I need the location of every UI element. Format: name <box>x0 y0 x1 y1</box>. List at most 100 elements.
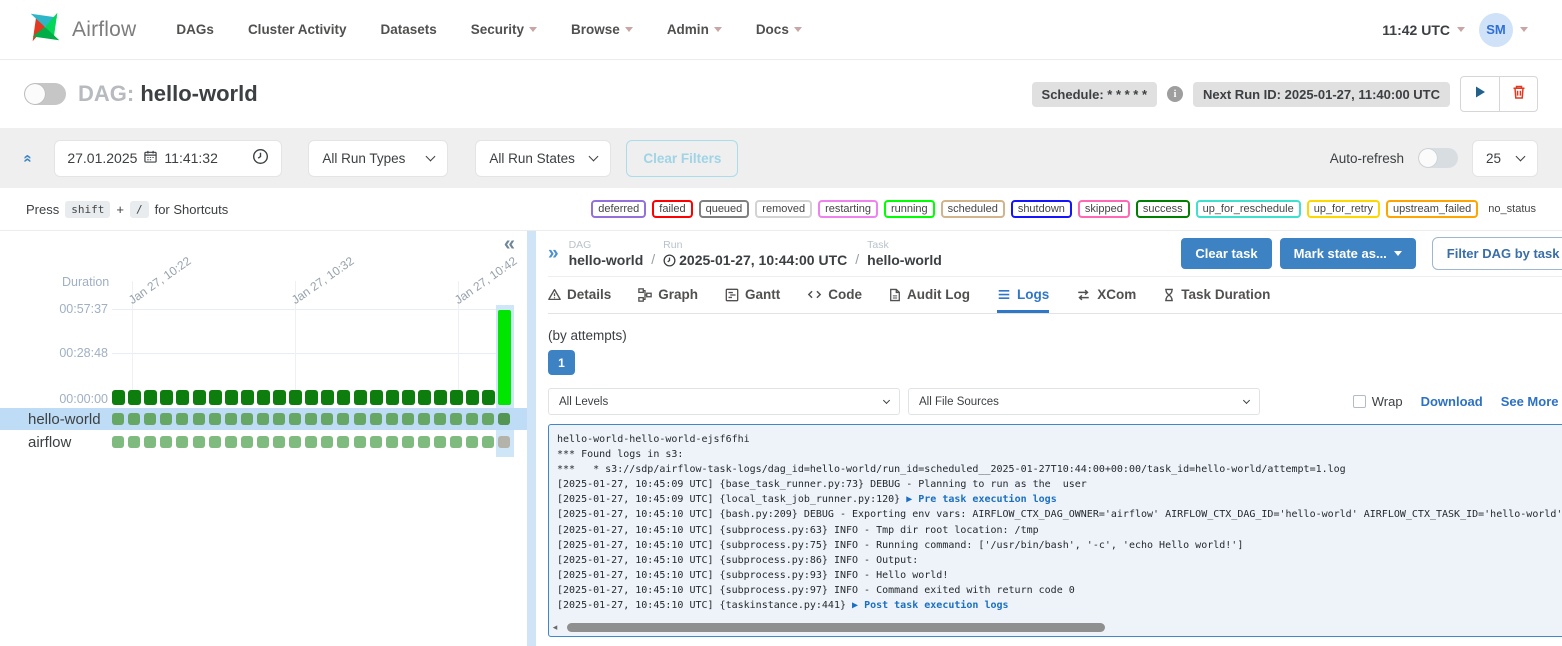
dag-run-bar[interactable] <box>450 390 463 405</box>
dag-run-bar[interactable] <box>482 390 495 405</box>
task-instance-square[interactable] <box>225 436 237 448</box>
task-instance-square[interactable] <box>193 413 205 425</box>
dag-run-bar[interactable] <box>434 390 447 405</box>
nav-item-dags[interactable]: DAGs <box>176 22 214 37</box>
run-states-select[interactable]: All Run States <box>475 140 611 177</box>
task-instance-square[interactable] <box>450 413 462 425</box>
task-instance-square[interactable] <box>370 436 382 448</box>
task-instance-square[interactable] <box>160 436 172 448</box>
dag-run-bar[interactable] <box>321 390 334 405</box>
panel-resize-gutter[interactable] <box>527 231 536 646</box>
tab-task-duration[interactable]: Task Duration <box>1163 277 1270 313</box>
task-instance-square[interactable] <box>144 436 156 448</box>
airflow-brand[interactable]: Airflow <box>26 8 136 51</box>
task-instance-square[interactable] <box>257 436 269 448</box>
tab-xcom[interactable]: XCom <box>1076 277 1136 313</box>
dag-run-bar[interactable] <box>337 390 350 405</box>
base-date-input[interactable]: 27.01.2025 11:41:32 <box>54 140 282 177</box>
task-instance-square[interactable] <box>305 413 317 425</box>
task-instance-square[interactable] <box>337 413 349 425</box>
task-instance-square[interactable] <box>128 413 140 425</box>
info-icon[interactable]: i <box>1167 86 1183 102</box>
see-more-link[interactable]: See More <box>1501 394 1559 409</box>
task-instance-square[interactable] <box>482 413 494 425</box>
dag-pause-toggle[interactable] <box>24 83 66 105</box>
dag-run-bar[interactable] <box>112 390 125 405</box>
attempt-1-button[interactable]: 1 <box>548 350 575 375</box>
clear-filters-button[interactable]: Clear Filters <box>626 140 738 177</box>
clear-task-button[interactable]: Clear task <box>1181 238 1271 269</box>
task-instance-square[interactable] <box>354 436 366 448</box>
scroll-left-icon[interactable]: ◂ <box>549 623 561 632</box>
utc-clock[interactable]: 11:42 UTC <box>1382 22 1465 38</box>
dag-run-bar[interactable] <box>418 390 431 405</box>
task-instance-square[interactable] <box>337 436 349 448</box>
dag-run-bar[interactable] <box>257 390 270 405</box>
task-instance-square[interactable] <box>482 436 494 448</box>
task-instance-square[interactable] <box>112 436 124 448</box>
task-instance-square[interactable] <box>402 413 414 425</box>
task-instance-square[interactable] <box>209 413 221 425</box>
task-instance-square[interactable] <box>354 413 366 425</box>
delete-dag-button[interactable] <box>1499 77 1537 111</box>
run-types-select[interactable]: All Run Types <box>308 140 448 177</box>
dag-run-bar[interactable] <box>128 390 141 405</box>
trigger-dag-button[interactable] <box>1461 77 1499 111</box>
dag-run-bar[interactable] <box>305 390 318 405</box>
tab-details[interactable]: Details <box>548 277 611 313</box>
tab-logs[interactable]: Logs <box>997 277 1049 313</box>
task-instance-square[interactable] <box>241 413 253 425</box>
tab-audit-log[interactable]: Audit Log <box>889 277 970 313</box>
task-instance-square[interactable] <box>112 413 124 425</box>
task-instance-square[interactable] <box>128 436 140 448</box>
dag-run-bar[interactable] <box>144 390 157 405</box>
task-instance-square[interactable] <box>402 436 414 448</box>
task-instance-square[interactable] <box>176 436 188 448</box>
tab-code[interactable]: Code <box>807 277 862 313</box>
nav-item-admin[interactable]: Admin <box>667 22 722 37</box>
log-group-toggle[interactable]: ▶ Pre task execution logs <box>906 494 1057 505</box>
auto-refresh-toggle[interactable] <box>1418 148 1458 168</box>
nav-item-datasets[interactable]: Datasets <box>380 22 436 37</box>
nav-item-cluster-activity[interactable]: Cluster Activity <box>248 22 347 37</box>
task-instance-square[interactable] <box>225 413 237 425</box>
task-instance-square[interactable] <box>273 413 285 425</box>
task-instance-square[interactable] <box>289 436 301 448</box>
breadcrumb-task[interactable]: Task hello-world <box>867 239 942 268</box>
file-source-select[interactable]: All File Sources <box>908 388 1260 415</box>
dag-run-bar[interactable] <box>225 390 238 405</box>
task-instance-square[interactable] <box>370 413 382 425</box>
download-link[interactable]: Download <box>1421 394 1483 409</box>
filter-dag-by-task-button[interactable]: Filter DAG by task <box>1432 237 1562 270</box>
task-instance-square[interactable] <box>321 413 333 425</box>
dag-run-bar[interactable] <box>354 390 367 405</box>
task-instance-square[interactable] <box>193 436 205 448</box>
task-instance-square[interactable] <box>160 413 172 425</box>
task-instance-square[interactable] <box>257 413 269 425</box>
task-instance-square[interactable] <box>386 436 398 448</box>
task-instance-square[interactable] <box>418 436 430 448</box>
dag-run-bar[interactable] <box>289 390 302 405</box>
dag-run-bar[interactable] <box>209 390 222 405</box>
page-size-select[interactable]: 25 <box>1472 140 1538 177</box>
log-horizontal-scrollbar[interactable]: ◂ ▸ <box>549 621 1562 634</box>
task-instance-square[interactable] <box>209 436 221 448</box>
dag-run-bar-running[interactable] <box>498 310 511 405</box>
task-instance-square[interactable] <box>273 436 285 448</box>
expand-panel-icon[interactable]: » <box>548 243 559 265</box>
dag-run-bar[interactable] <box>160 390 173 405</box>
task-instance-square[interactable] <box>466 413 478 425</box>
task-instance-square[interactable] <box>289 413 301 425</box>
breadcrumb-run[interactable]: Run 2025-01-27, 10:44:00 UTC <box>663 239 847 268</box>
scrollbar-thumb[interactable] <box>567 623 1105 632</box>
task-instance-square[interactable] <box>466 436 478 448</box>
log-level-select[interactable]: All Levels <box>548 388 900 415</box>
dag-run-bar[interactable] <box>386 390 399 405</box>
dag-run-bar[interactable] <box>176 390 189 405</box>
task-instance-square[interactable] <box>434 436 446 448</box>
task-instance-square[interactable] <box>418 413 430 425</box>
log-group-toggle[interactable]: ▶ Post task execution logs <box>852 600 1009 611</box>
dag-run-bar[interactable] <box>193 390 206 405</box>
breadcrumb-dag[interactable]: DAG hello-world <box>569 239 644 268</box>
user-menu[interactable]: SM <box>1479 13 1528 47</box>
